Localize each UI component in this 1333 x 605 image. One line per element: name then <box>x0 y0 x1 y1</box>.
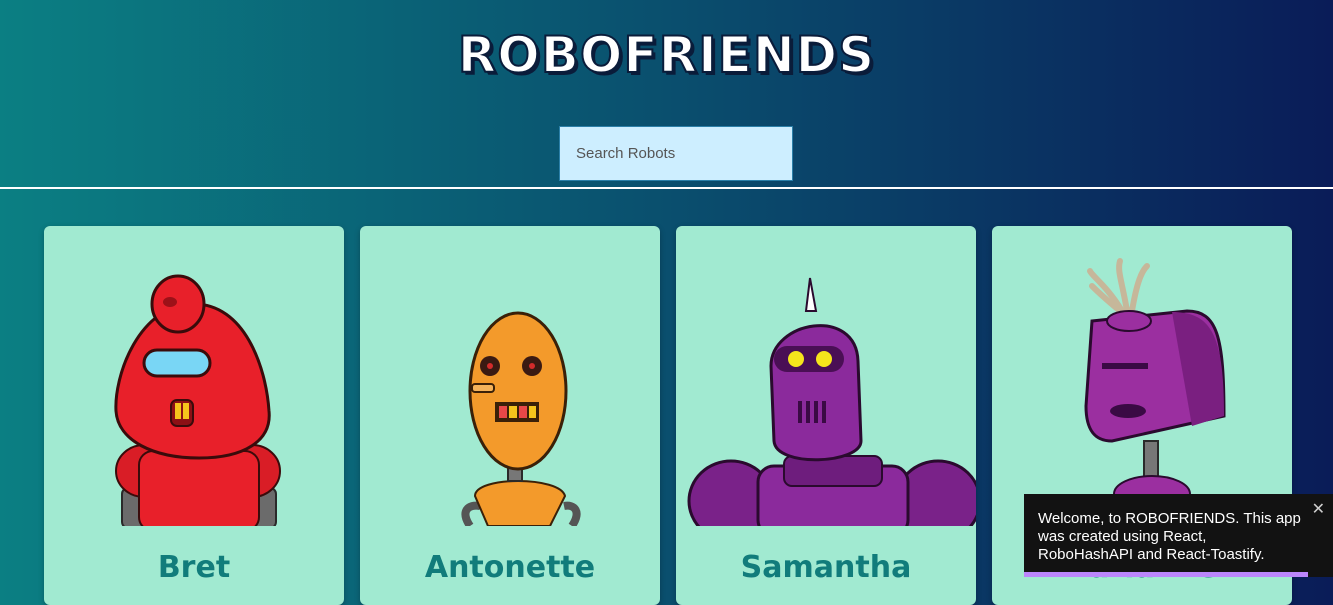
app-title: ROBOFRIENDS <box>457 25 876 85</box>
robot-image-samantha <box>687 277 976 526</box>
welcome-toast[interactable]: Welcome, to ROBOFRIENDS. This app was cr… <box>1024 494 1333 577</box>
robot-image-bret <box>114 274 281 526</box>
robot-card[interactable]: Bret <box>44 226 344 605</box>
header-divider <box>0 187 1333 189</box>
search-input[interactable] <box>559 126 793 181</box>
header: ROBOFRIENDS <box>0 0 1333 188</box>
robot-card[interactable]: Samantha <box>676 226 976 605</box>
robot-name: Bret <box>157 550 231 585</box>
toast-progress-bar <box>1024 572 1309 577</box>
robot-card[interactable]: Antonette <box>360 226 660 605</box>
toast-message: Welcome, to ROBOFRIENDS. This app was cr… <box>1038 510 1301 563</box>
close-icon[interactable]: ✕ <box>1312 501 1325 519</box>
robot-image-antonette <box>461 311 581 526</box>
robot-name: Samantha <box>740 550 912 585</box>
robot-name: Antonette <box>424 550 596 585</box>
robot-image-karianne <box>1084 258 1226 513</box>
